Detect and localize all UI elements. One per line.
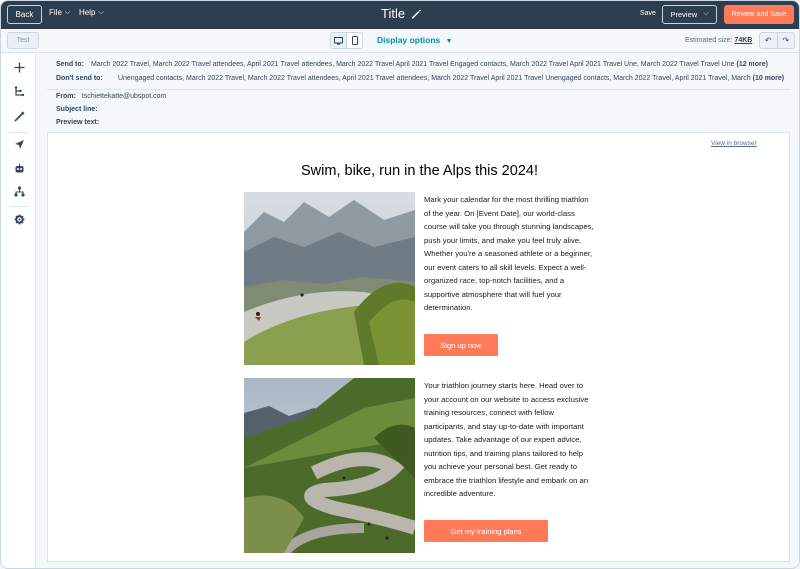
event-description-text[interactable]: Mark your calendar for the most thrillin… [424,193,596,315]
preview-button[interactable]: Preview ⌵ [662,5,717,24]
device-toggle [330,32,363,49]
desktop-icon [334,36,343,45]
estimated-size-label: Estimated size: [685,37,733,44]
display-options-dropdown[interactable]: Display options ▼ [377,35,453,45]
help-menu[interactable]: Help ⌵ [79,8,104,18]
hairpin-road-cyclists-image[interactable] [244,378,415,553]
desktop-view-button[interactable] [331,33,347,48]
email-headline[interactable]: Swim, bike, run in the Alps this 2024! [48,163,791,179]
caret-down-icon: ▼ [445,38,453,45]
get-training-plans-button[interactable]: Get my training plans [424,520,548,542]
settings-icon[interactable] [12,212,26,226]
from-row[interactable]: From: tschiettekatte@ubspot.com [56,93,166,100]
dont-send-more-count[interactable]: (10 more) [753,75,785,82]
preview-label: Preview [670,10,698,19]
file-menu-label: File [49,8,62,17]
estimated-size: Estimated size: 74KB [685,37,752,44]
preview-text-label: Preview text: [56,119,100,126]
preview-text-row[interactable]: Preview text: [56,119,99,126]
chevron-down-icon: ⌵ [64,9,71,16]
send-to-row[interactable]: Send to: March 2022 Travel, March 2022 T… [56,61,768,68]
send-icon[interactable] [12,137,26,151]
mobile-icon [351,36,358,45]
org-chart-icon[interactable] [12,184,26,198]
redo-icon[interactable]: ↷ [778,33,795,48]
dont-send-to-lists: Unengaged contacts, March 2022 Travel, M… [117,75,751,82]
dont-send-to-label: Don't send to: [56,75,103,82]
help-menu-label: Help [79,8,96,17]
test-button[interactable]: Test [7,32,39,49]
back-button[interactable]: Back [7,5,42,24]
top-navigation-bar: Back File ⌵ Help ⌵ Title Save Preview ⌵ Rev… [1,1,799,29]
chevron-down-icon: ⌵ [98,9,104,16]
email-title[interactable]: Title [381,6,405,21]
brush-icon[interactable] [12,109,26,123]
chevron-down-icon: ⌵ [703,9,709,17]
mobile-view-button[interactable] [347,33,362,48]
email-canvas: View in browser Swim, bike, run in the A… [47,132,790,562]
view-in-browser-link[interactable]: View in browser [711,140,757,147]
undo-icon[interactable]: ↶ [760,33,778,48]
from-label: From: [56,93,76,100]
email-details-panel: From: tschiettekatte@ubspot.com Subject … [47,89,790,131]
display-options-label: Display options [377,35,441,45]
send-to-more-count[interactable]: (12 more) [736,61,768,68]
estimated-size-value[interactable]: 74KB [734,37,752,44]
from-value: tschiettekatte@ubspot.com [81,93,167,100]
sidebar-divider [9,132,28,133]
left-sidebar [1,54,36,568]
recipients-panel: Send to: March 2022 Travel, March 2022 T… [47,57,790,89]
editor-toolbar: Test Display options ▼ Estimated size: 7… [1,29,799,53]
edit-pencil-icon[interactable] [410,8,422,20]
undo-redo-group: ↶ ↷ [759,32,795,49]
cyclists-mountain-road-image[interactable] [244,192,415,365]
send-to-lists: March 2022 Travel, March 2022 Travel att… [90,61,735,68]
robot-icon[interactable] [12,161,26,175]
send-to-label: Send to: [56,61,84,68]
save-button[interactable]: Save [640,10,656,17]
plus-icon[interactable] [12,60,26,74]
review-and-save-button[interactable]: Review and Save [724,5,794,24]
email-editor: Back File ⌵ Help ⌵ Title Save Preview ⌵ Rev… [0,0,800,569]
structure-icon[interactable] [12,84,26,98]
dont-send-to-row[interactable]: Don't send to: Unengaged contacts, March… [56,75,784,82]
file-menu[interactable]: File ⌵ [49,8,70,18]
subject-line-label: Subject line: [56,106,98,113]
sign-up-now-button[interactable]: Sign up now [424,334,498,356]
subject-line-row[interactable]: Subject line: [56,106,98,113]
training-journey-text[interactable]: Your triathlon journey starts here. Head… [424,379,596,501]
sidebar-divider [9,206,28,207]
